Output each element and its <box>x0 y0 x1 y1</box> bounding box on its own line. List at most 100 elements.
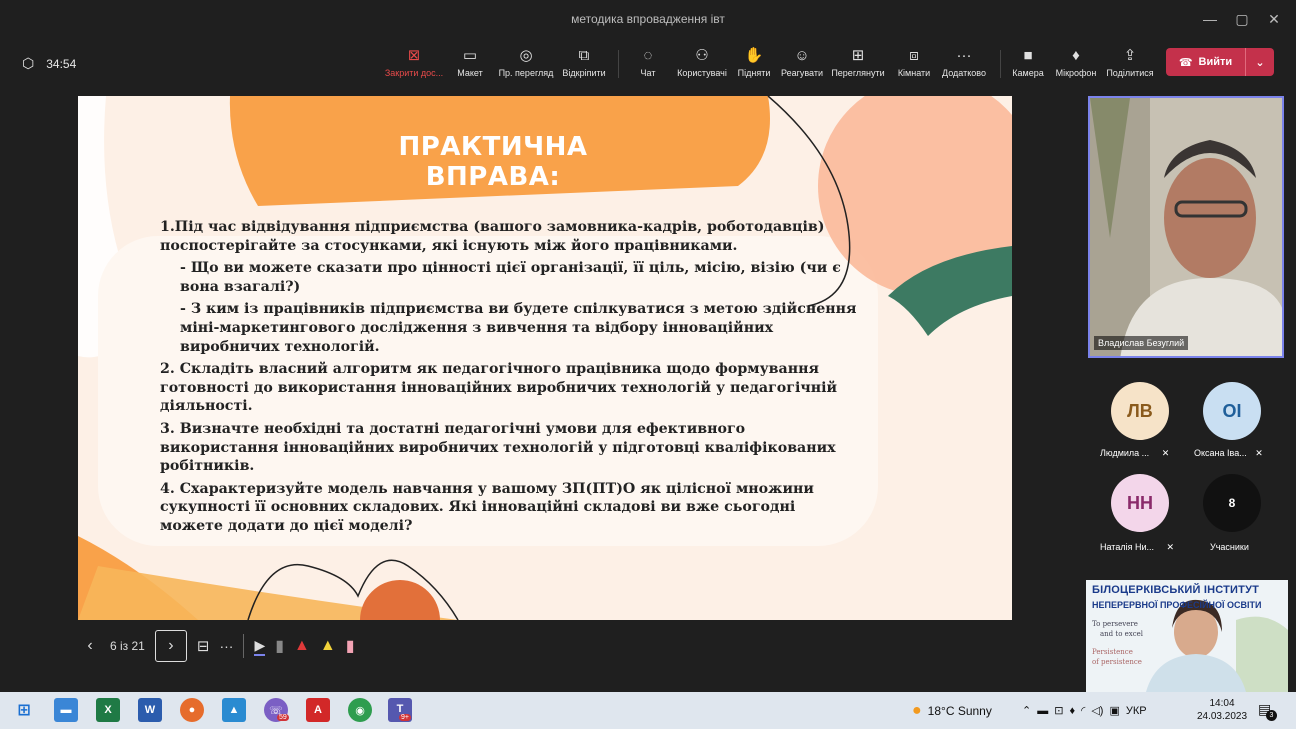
slide-controls: ‹ 6 із 21 › ⊟ ··· ▶ ▮ ▲ ▲ ▮ <box>80 628 355 664</box>
slide-paragraph: 2. Складіть власний алгоритм як педагогі… <box>160 361 838 415</box>
explorer-icon[interactable]: ▬ <box>54 698 78 722</box>
photos-icon[interactable]: ▲ <box>222 698 246 722</box>
firefox-icon[interactable]: ● <box>180 698 204 722</box>
chevron-right-icon: › <box>168 637 174 654</box>
popout-icon: ⧉ <box>578 47 590 64</box>
pointer-tool-icon[interactable]: ▶ <box>254 637 266 656</box>
eye-icon: ◎ <box>519 47 533 64</box>
slide-paragraph: - Що ви можете сказати про цінності цієї… <box>180 260 841 295</box>
motto-line: of persistence <box>1092 658 1142 666</box>
leave-button[interactable]: ☎ Вийти ⌄ <box>1166 48 1274 76</box>
participants-label: Учасники <box>1210 542 1249 552</box>
notification-badge: 59 <box>277 714 289 721</box>
slide-paragraph: - З ким із працівників підприємства ви б… <box>180 301 857 355</box>
close-share-icon: ⊠ <box>407 47 421 64</box>
shared-slide: ПРАКТИЧНА ВПРАВА: 1.Під час відвідування… <box>78 96 1012 620</box>
mic-muted-icon: ✕ <box>1255 448 1263 458</box>
highlighter-icon[interactable]: ▲ <box>320 637 336 655</box>
slide-body: 1.Під час відвідування підприємства (ваш… <box>160 218 860 540</box>
keyboard-icon[interactable]: ▣ <box>1109 704 1119 717</box>
stop-sharing-button[interactable]: ⊠ Закрити дос... <box>382 46 446 78</box>
more-button[interactable]: ··· Додатково <box>932 46 996 78</box>
institute-subtitle: НЕПЕРЕРВНОЇ ПРОФЕСІЙНОЇ ОСВІТИ <box>1092 600 1262 610</box>
react-button[interactable]: ☺ Реагувати <box>770 46 834 78</box>
window-titlebar: методика впровадження івт <box>0 0 1296 38</box>
smile-icon: ☺ <box>794 47 810 64</box>
grid-icon: ⊞ <box>851 47 865 64</box>
share-icon: ⇪ <box>1123 47 1137 64</box>
chevron-up-icon[interactable]: ⌃ <box>1022 704 1031 717</box>
maximize-icon[interactable]: ▢ <box>1224 0 1260 38</box>
notification-badge: 9+ <box>399 714 411 721</box>
notification-badge: 3 <box>1266 710 1277 721</box>
windows-start-icon[interactable]: ⊞ <box>12 698 36 722</box>
excel-icon[interactable]: X <box>96 698 120 722</box>
layout-button[interactable]: ▭ Макет <box>438 46 502 78</box>
slide-paragraph: 1.Під час відвідування підприємства (ваш… <box>160 219 825 254</box>
windows-taskbar: ⊞ ▬ X W ● ▲ ☏ 59 A ◉ T 9+ ● 18°C Sunny ⌃… <box>0 692 1296 729</box>
layout-icon: ▭ <box>462 47 478 64</box>
minimize-icon[interactable]: — <box>1192 0 1228 38</box>
volume-icon[interactable]: ◁) <box>1091 704 1103 717</box>
participant-video[interactable]: Владислав Безуглий <box>1088 96 1284 358</box>
close-icon[interactable]: ✕ <box>1256 0 1292 38</box>
view-button[interactable]: ⊞ Переглянути <box>826 46 890 78</box>
camera-icon: ■ <box>1023 47 1033 64</box>
wifi-icon[interactable]: ◜ <box>1081 704 1085 717</box>
acrobat-icon[interactable]: A <box>306 698 330 722</box>
page-indicator: 6 із 21 <box>110 639 145 653</box>
presenter-view-button[interactable]: ◎ Пр. перегляд <box>494 46 558 78</box>
next-slide-button[interactable]: › <box>154 630 187 662</box>
presenter-video[interactable]: БІЛОЦЕРКІВСЬКИЙ ІНСТИТУТ НЕПЕРЕРВНОЇ ПРО… <box>1086 580 1288 692</box>
participant-name: Оксана Іва... ✕ <box>1194 448 1263 458</box>
pen-tool-icon[interactable]: ▮ <box>275 636 284 656</box>
chat-icon: ◌ <box>643 47 653 64</box>
avatar[interactable]: ЛВ <box>1111 382 1169 440</box>
more-icon: ··· <box>956 47 972 64</box>
red-pen-icon[interactable]: ▲ <box>294 637 310 655</box>
avatar[interactable]: ОІ <box>1203 382 1261 440</box>
others-count[interactable]: 8 <box>1203 474 1261 532</box>
prev-slide-icon[interactable]: ‹ <box>80 637 100 655</box>
mic-muted-icon: ✕ <box>1166 542 1175 552</box>
chrome-icon[interactable]: ◉ <box>348 698 372 722</box>
battery-icon[interactable]: ▬ <box>1037 705 1048 717</box>
mic-tray-icon[interactable]: ♦ <box>1069 705 1075 717</box>
shield-icon: ⬡ <box>22 55 35 71</box>
participant-name: Наталія Ни... ✕ <box>1100 542 1175 552</box>
grid-view-icon[interactable]: ⊟ <box>197 637 210 655</box>
clock-time: 14:04 <box>1209 698 1235 709</box>
motto-line: Persistence <box>1092 648 1133 656</box>
video-feed <box>1090 98 1282 356</box>
mic-icon: ♦ <box>1072 47 1080 64</box>
chevron-down-icon[interactable]: ⌄ <box>1246 56 1274 69</box>
leave-main[interactable]: ☎ Вийти <box>1166 48 1246 76</box>
slide-paragraph: 3. Визначте необхідні та достатні педаго… <box>160 420 836 475</box>
divider <box>243 634 245 658</box>
popout-button[interactable]: ⧉ Відкріпити <box>552 46 616 78</box>
avatar[interactable]: НН <box>1111 474 1169 532</box>
meeting-toolbar: ⬡ 34:54 ⊠ Закрити дос... ▭ Макет ◎ Пр. п… <box>0 38 1296 88</box>
institute-name: БІЛОЦЕРКІВСЬКИЙ ІНСТИТУТ <box>1092 584 1260 596</box>
sun-icon: ● <box>912 701 922 719</box>
window-title: методика впровадження івт <box>571 12 725 26</box>
participant-name: Людмила ... ✕ <box>1100 448 1170 458</box>
hand-icon: ✋ <box>744 47 764 64</box>
system-tray: ⌃ ▬ ⊡ ♦ ◜ ◁) ▣ УКР <box>1022 692 1147 729</box>
eraser-icon[interactable]: ▮ <box>346 636 355 656</box>
clock[interactable]: 14:04 24.03.2023 <box>1194 697 1250 723</box>
network-icon[interactable]: ⊡ <box>1054 704 1063 717</box>
motto-line: To persevere <box>1092 620 1138 628</box>
timer-text: 34:54 <box>46 56 77 71</box>
clock-date: 24.03.2023 <box>1196 711 1248 722</box>
share-button[interactable]: ⇪ Поділитися <box>1098 46 1162 78</box>
slide-title: ПРАКТИЧНА ВПРАВА: <box>398 132 588 192</box>
people-icon: ⚇ <box>695 47 709 64</box>
language-indicator[interactable]: УКР <box>1126 705 1147 717</box>
rooms-icon: ⧈ <box>909 47 919 64</box>
weather-widget[interactable]: ● 18°C Sunny <box>912 692 992 729</box>
mic-muted-icon: ✕ <box>1161 448 1170 458</box>
meeting-timer: ⬡ 34:54 <box>22 55 76 72</box>
more-options-icon[interactable]: ··· <box>219 638 233 654</box>
word-icon[interactable]: W <box>138 698 162 722</box>
